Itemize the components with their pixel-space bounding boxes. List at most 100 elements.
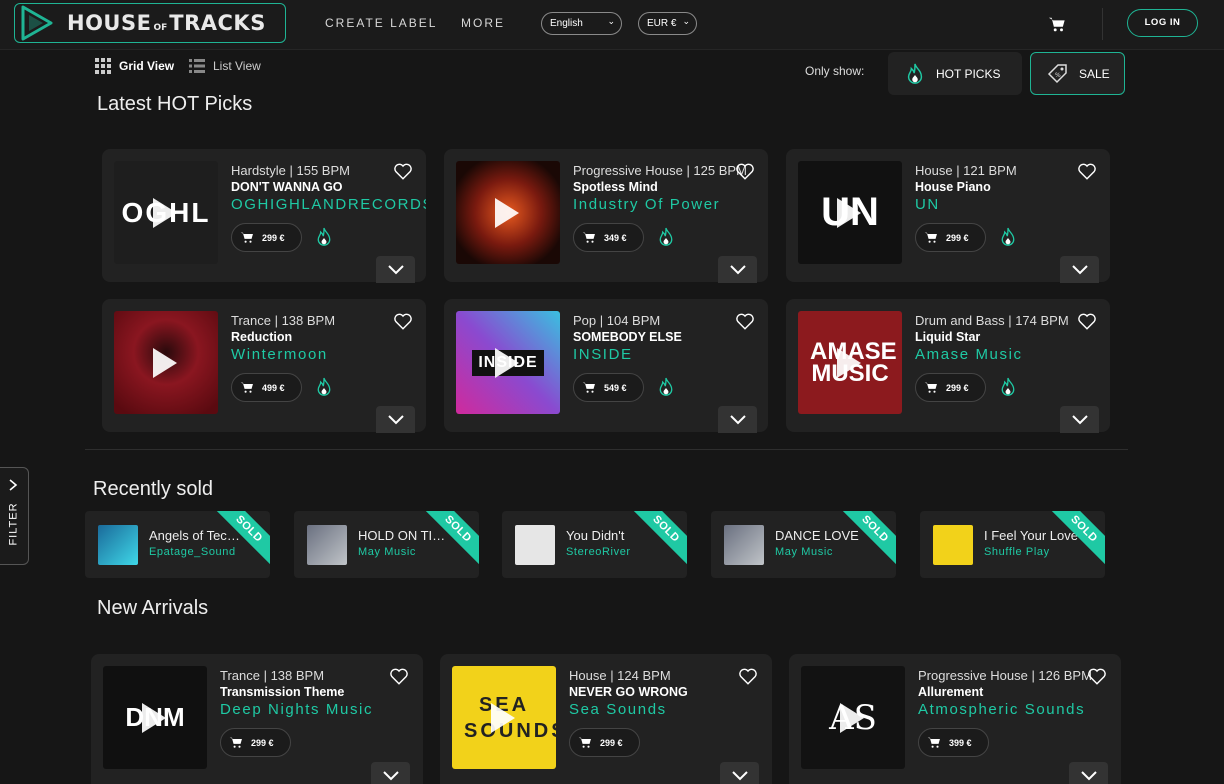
currency-select[interactable]: EUR € ⌄: [638, 12, 697, 35]
buy-button[interactable]: 299 €: [220, 728, 291, 757]
track-card[interactable]: UN House | 121 BPM House Piano UN 299 €: [786, 149, 1110, 283]
cover-art[interactable]: UN: [798, 161, 902, 264]
price-label: 299 €: [262, 232, 285, 243]
track-artist[interactable]: Amase Music: [915, 346, 1110, 363]
play-icon[interactable]: [840, 703, 864, 733]
play-icon[interactable]: [153, 348, 177, 378]
buy-button[interactable]: 299 €: [915, 373, 986, 402]
heart-icon[interactable]: [1088, 668, 1106, 685]
play-icon[interactable]: [837, 198, 861, 228]
nav-more[interactable]: MORE: [461, 16, 505, 30]
cover-art[interactable]: [114, 311, 218, 414]
list-view-toggle[interactable]: List View: [189, 58, 261, 74]
sold-track-card[interactable]: You Didn't StereoRiver SOLD: [502, 511, 687, 578]
track-card[interactable]: Trance | 138 BPM Reduction Wintermoon 49…: [102, 299, 426, 433]
cart-icon[interactable]: [1048, 15, 1066, 33]
expand-button[interactable]: [718, 256, 757, 283]
sold-track-card[interactable]: HOLD ON TIGHT May Music SOLD: [294, 511, 479, 578]
cover-art[interactable]: INSIDE: [456, 311, 560, 414]
play-icon[interactable]: [495, 198, 519, 228]
heart-icon[interactable]: [1078, 313, 1096, 330]
price-label: 399 €: [949, 737, 972, 748]
heart-icon[interactable]: [390, 668, 408, 685]
track-title[interactable]: Allurement: [918, 685, 1096, 699]
hot-picks-filter-button[interactable]: HOT PICKS: [888, 52, 1022, 95]
play-icon[interactable]: [153, 198, 177, 228]
track-artist[interactable]: Industry Of Power: [573, 196, 768, 213]
track-artist[interactable]: UN: [915, 196, 1110, 213]
login-button[interactable]: LOG IN: [1127, 9, 1198, 37]
cover-art[interactable]: AMASE MUSIC: [798, 311, 902, 414]
cover-art[interactable]: SEA SOUNDS: [452, 666, 556, 769]
cover-art[interactable]: [456, 161, 560, 264]
chevron-down-icon: [388, 265, 404, 275]
expand-button[interactable]: [1060, 406, 1099, 433]
heart-icon[interactable]: [1078, 163, 1096, 180]
sold-track-card[interactable]: I Feel Your Love Shuffle Play SOLD: [920, 511, 1105, 578]
expand-button[interactable]: [376, 256, 415, 283]
buy-button[interactable]: 299 €: [915, 223, 986, 252]
play-icon[interactable]: [142, 703, 166, 733]
buy-button[interactable]: 549 €: [573, 373, 644, 402]
sold-track-card[interactable]: DANCE LOVE May Music SOLD: [711, 511, 896, 578]
price-label: 299 €: [946, 382, 969, 393]
expand-button[interactable]: [718, 406, 757, 433]
flame-icon: [317, 227, 331, 246]
cover-art[interactable]: AS: [801, 666, 905, 769]
expand-button[interactable]: [371, 762, 410, 784]
grid-view-toggle[interactable]: Grid View: [95, 58, 174, 74]
house-of-tracks-logo[interactable]: HOUSE OFTRACKS: [14, 3, 286, 43]
track-card[interactable]: AMASE MUSIC Drum and Bass | 174 BPM Liqu…: [786, 299, 1110, 433]
nav-create-label[interactable]: CREATE LABEL: [325, 16, 437, 30]
heart-icon[interactable]: [394, 163, 412, 180]
cover-art[interactable]: OGHL: [114, 161, 218, 264]
track-card[interactable]: SEA SOUNDS House | 124 BPM NEVER GO WRON…: [440, 654, 772, 784]
track-card[interactable]: INSIDE Pop | 104 BPM SOMEBODY ELSE INSID…: [444, 299, 768, 433]
cover-art[interactable]: DNM: [103, 666, 207, 769]
buy-button[interactable]: 399 €: [918, 728, 989, 757]
buy-button[interactable]: 299 €: [231, 223, 302, 252]
track-card[interactable]: OGHL Hardstyle | 155 BPM DON'T WANNA GO …: [102, 149, 426, 283]
track-card[interactable]: DNM Trance | 138 BPM Transmission Theme …: [91, 654, 423, 784]
heart-icon[interactable]: [736, 313, 754, 330]
track-artist[interactable]: Atmospheric Sounds: [918, 701, 1113, 718]
filter-panel-toggle[interactable]: FILTER: [0, 467, 29, 565]
play-icon[interactable]: [495, 348, 519, 378]
list-view-label: List View: [213, 59, 261, 73]
tag-icon: %: [1047, 63, 1067, 83]
expand-button[interactable]: [1069, 762, 1108, 784]
play-icon[interactable]: [837, 348, 861, 378]
track-genre-bpm: Drum and Bass | 174 BPM: [915, 313, 1069, 328]
chevron-down-icon: [730, 415, 746, 425]
track-card[interactable]: AS Progressive House | 126 BPM Alluremen…: [789, 654, 1121, 784]
track-artist[interactable]: Sea Sounds: [569, 701, 764, 718]
track-genre-bpm: Pop | 104 BPM: [573, 313, 661, 328]
flame-icon: [659, 227, 673, 246]
sale-filter-button[interactable]: % SALE: [1030, 52, 1125, 95]
play-icon[interactable]: [491, 703, 515, 733]
track-title[interactable]: Transmission Theme: [220, 685, 398, 699]
track-title[interactable]: NEVER GO WRONG: [569, 685, 747, 699]
track-title[interactable]: Liquid Star: [915, 330, 1093, 344]
buy-button[interactable]: 349 €: [573, 223, 644, 252]
track-title[interactable]: House Piano: [915, 180, 1093, 194]
expand-button[interactable]: [376, 406, 415, 433]
track-artist[interactable]: Deep Nights Music: [220, 701, 415, 718]
heart-icon[interactable]: [394, 313, 412, 330]
buy-button[interactable]: 299 €: [569, 728, 640, 757]
track-title[interactable]: Spotless Mind: [573, 180, 751, 194]
language-select[interactable]: English ⌄: [541, 12, 622, 35]
sold-track-card[interactable]: Angels of Techno Epatage_Sound SOLD: [85, 511, 270, 578]
track-artist[interactable]: OGHIGHLANDRECORDS: [231, 196, 426, 213]
buy-button[interactable]: 499 €: [231, 373, 302, 402]
track-card[interactable]: Progressive House | 125 BPM Spotless Min…: [444, 149, 768, 283]
track-title[interactable]: Reduction: [231, 330, 409, 344]
heart-icon[interactable]: [739, 668, 757, 685]
track-artist[interactable]: Wintermoon: [231, 346, 426, 363]
expand-button[interactable]: [720, 762, 759, 784]
expand-button[interactable]: [1060, 256, 1099, 283]
track-title[interactable]: DON'T WANNA GO: [231, 180, 409, 194]
track-title[interactable]: SOMEBODY ELSE: [573, 330, 751, 344]
track-artist[interactable]: INSIDE: [573, 346, 768, 363]
heart-icon[interactable]: [736, 163, 754, 180]
